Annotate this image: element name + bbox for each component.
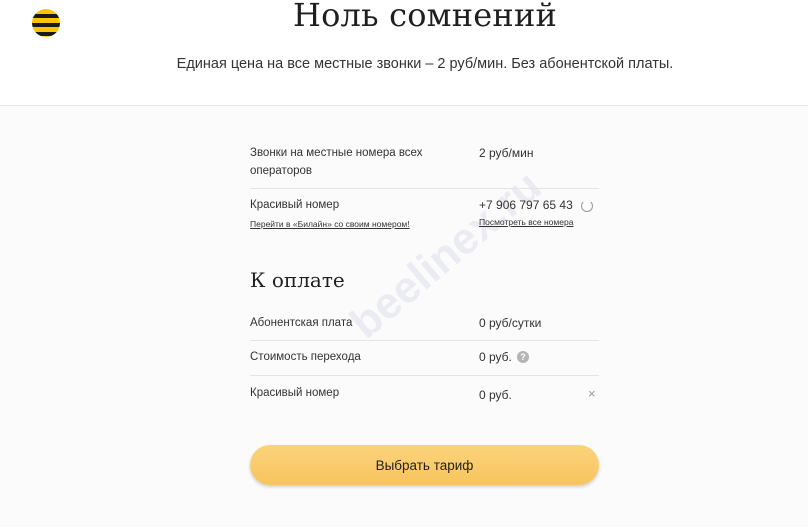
subscription-fee-value: 0 руб/сутки bbox=[479, 316, 542, 330]
payment-title: К оплате bbox=[250, 268, 345, 292]
refresh-icon[interactable] bbox=[581, 200, 593, 212]
help-icon[interactable]: ? bbox=[517, 351, 529, 363]
transfer-cost-row: Стоимость перехода 0 руб. ? bbox=[250, 341, 599, 376]
calls-label: Звонки на местные номера всех операторов bbox=[250, 144, 422, 180]
beautiful-number-row: Красивый номер Перейти в «Билайн» со сво… bbox=[250, 188, 599, 238]
page-subtitle: Единая цена на все местные звонки – 2 ру… bbox=[176, 56, 674, 72]
beautiful-number-cost-label: Красивый номер bbox=[250, 387, 340, 399]
transfer-cost-value: 0 руб. bbox=[479, 350, 512, 364]
subscription-fee-row: Абонентская плата 0 руб/сутки bbox=[250, 305, 599, 341]
beautiful-number-cost-value: 0 руб. bbox=[479, 388, 512, 402]
choose-tariff-button[interactable]: Выбрать тариф bbox=[250, 445, 599, 485]
calls-price: 2 руб/мин bbox=[479, 146, 534, 160]
beautiful-number-cost-row: Красивый номер 0 руб. × bbox=[250, 376, 599, 410]
subscription-fee-label: Абонентская плата bbox=[250, 317, 353, 329]
phone-number: +7 906 797 65 43 bbox=[479, 198, 573, 212]
calls-label-line2: операторов bbox=[250, 165, 312, 177]
transfer-cost-label: Стоимость перехода bbox=[250, 351, 361, 363]
beautiful-number-label: Красивый номер bbox=[250, 199, 340, 211]
page-title: Ноль сомнений bbox=[292, 0, 558, 34]
view-all-numbers-link[interactable]: Посмотреть все номера bbox=[479, 217, 573, 227]
calls-label-line1: Звонки на местные номера всех bbox=[250, 147, 423, 159]
close-icon[interactable]: × bbox=[588, 386, 596, 401]
page-header: Ноль сомнений Единая цена на все местные… bbox=[0, 0, 808, 106]
calls-row: Звонки на местные номера всех операторов… bbox=[250, 139, 599, 189]
transfer-number-link[interactable]: Перейти в «Билайн» со своим номером! bbox=[250, 219, 410, 229]
